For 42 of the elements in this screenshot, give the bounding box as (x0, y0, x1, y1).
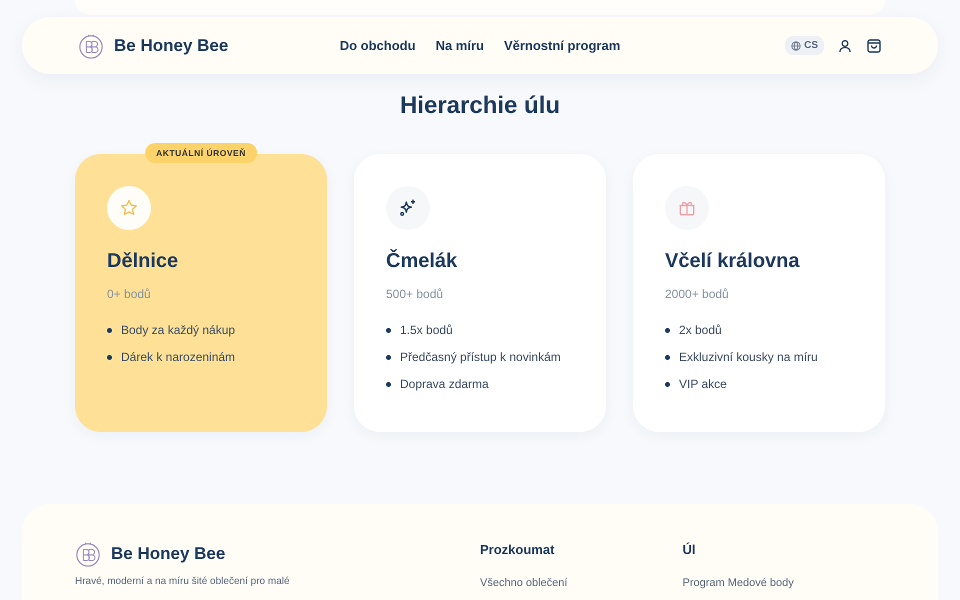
bullet-icon (107, 354, 112, 360)
globe-icon (791, 40, 802, 50)
tier-name: Čmelák (386, 250, 458, 273)
brand-name: Be Honey Bee (114, 36, 228, 56)
bullet-icon (665, 382, 670, 386)
footer-link[interactable]: Všechno oblečení (480, 577, 682, 589)
perk-text: Předčasný přístup k novinkám (400, 350, 561, 364)
perk-text: VIP akce (679, 377, 727, 391)
perk-text: Dárek k narozeninám (121, 350, 236, 364)
footer-link[interactable]: Program Medové body (682, 577, 885, 589)
current-level-badge: AKTUÁLNÍ ÚROVEŇ (145, 143, 257, 163)
tier-name: Včelí královna (665, 250, 801, 273)
tier-points: 0+ bodů (107, 287, 152, 301)
bullet-icon (386, 328, 391, 332)
language-button[interactable]: CS (785, 36, 824, 55)
bullet-icon (665, 328, 670, 332)
bullet-icon (386, 354, 391, 360)
footer-heading: Úl (682, 542, 696, 557)
nav-link[interactable]: Na míru (436, 38, 484, 53)
logo-icon (78, 32, 104, 60)
bullet-icon (107, 328, 112, 332)
perk-text: Body za každý nákup (121, 323, 236, 337)
tier-points: 2000+ bodů (665, 287, 730, 301)
nav-link[interactable]: Věrnostní program (504, 38, 620, 53)
footer-heading: Prozkoumat (480, 542, 556, 557)
user-icon[interactable] (838, 38, 852, 52)
perk-text: 1.5x bodů (400, 323, 453, 337)
bullet-icon (386, 382, 391, 386)
sparkle-icon (398, 198, 418, 218)
tier-points: 500+ bodů (386, 287, 444, 301)
logo-icon (75, 540, 101, 568)
bullet-icon (665, 354, 670, 360)
perk-text: 2x bodů (679, 323, 722, 337)
star-icon (119, 198, 139, 218)
footer-description: Hravé, moderní a na míru šité oblečení pro malé (75, 576, 291, 587)
brand-name: Be Honey Bee (111, 544, 226, 564)
shopping-bag-icon[interactable] (866, 38, 882, 54)
nav-link[interactable]: Do obchodu (340, 38, 416, 53)
perk-text: Doprava zdarma (400, 377, 489, 391)
tier-name: Dělnice (107, 250, 180, 273)
perk-text: Exkluzivní kousky na míru (679, 350, 818, 364)
section-title: Hierarchie úlu (398, 92, 562, 120)
